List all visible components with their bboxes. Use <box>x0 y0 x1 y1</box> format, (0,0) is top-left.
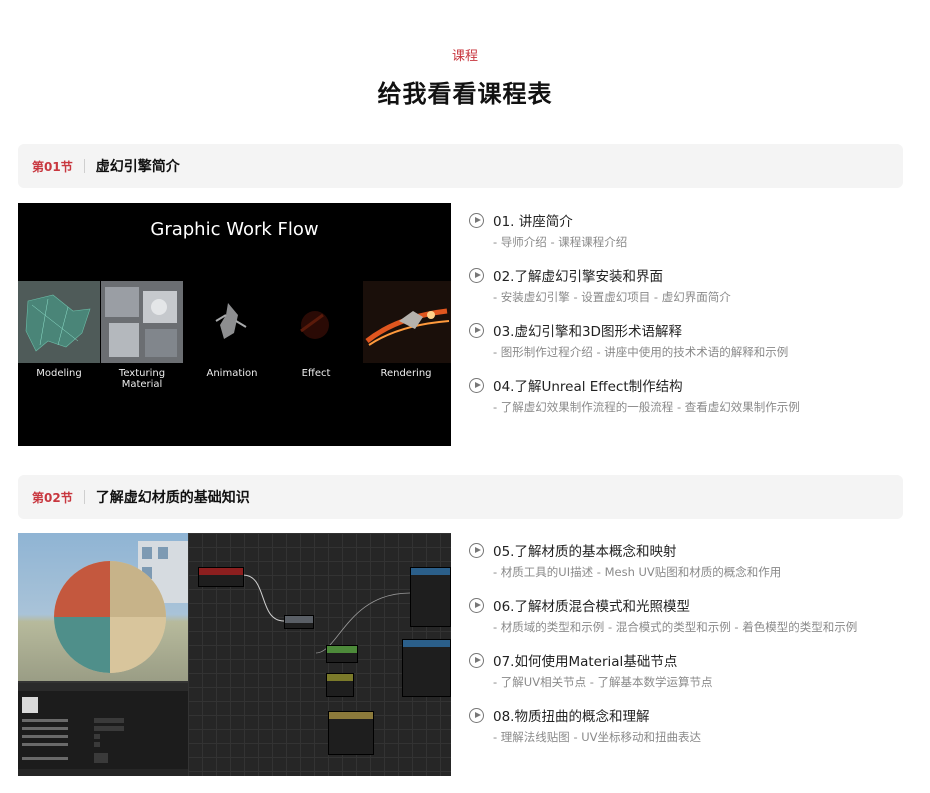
node-graph <box>188 533 451 776</box>
lesson-subtitle: - 材质工具的UI描述 - Mesh UV贴图和材质的概念和作用 <box>493 565 782 579</box>
play-icon[interactable] <box>469 652 484 668</box>
tile-label-modeling: Modeling <box>36 368 82 379</box>
lesson-title[interactable]: 07.如何使用Material基础节点 <box>493 650 677 670</box>
lesson-item[interactable]: 04.了解Unreal Effect制作结构 - 了解虚幻效果制作流程的一般流程… <box>469 374 909 429</box>
workflow-title: Graphic Work Flow <box>150 219 319 240</box>
node-param <box>326 645 358 663</box>
lesson-title[interactable]: 04.了解Unreal Effect制作结构 <box>493 375 683 395</box>
lesson-subtitle: - 安装虚幻引擎 - 设置虚幻项目 - 虚幻界面简介 <box>493 290 731 304</box>
lesson-subtitle: - 导师介绍 - 课程课程介绍 <box>493 235 628 249</box>
divider <box>83 159 85 173</box>
lesson-list-02: 05.了解材质的基本概念和映射 - 材质工具的UI描述 - Mesh UV贴图和… <box>469 539 909 759</box>
section-number: 第01节 <box>32 159 73 174</box>
section-title: 了解虚幻材质的基础知识 <box>95 490 250 506</box>
lesson-item[interactable]: 01. 讲座简介 - 导师介绍 - 课程课程介绍 <box>469 209 909 264</box>
section-header-02: 第02节 了解虚幻材质的基础知识 <box>18 475 903 519</box>
lesson-subtitle: - 图形制作过程介绍 - 讲座中使用的技术术语的解释和示例 <box>493 345 789 359</box>
node-constant <box>326 673 354 697</box>
lesson-subtitle: - 了解UV相关节点 - 了解基本数学运算节点 <box>493 675 713 689</box>
lesson-subtitle: - 了解虚幻效果制作流程的一般流程 - 查看虚幻效果制作示例 <box>493 400 800 414</box>
tile-label-texturing: Texturing Material <box>118 368 166 390</box>
play-icon[interactable] <box>469 212 484 228</box>
rendering-thumbnail <box>363 281 451 363</box>
material-editor-image <box>18 533 451 776</box>
tile-label-rendering: Rendering <box>380 368 432 379</box>
play-icon[interactable] <box>469 377 484 393</box>
workflow-image: Graphic Work Flow Modeling Texturing Mat… <box>18 203 451 446</box>
node-add <box>284 615 314 629</box>
tile-label-effect: Effect <box>301 368 331 379</box>
node-texcoord <box>198 567 244 587</box>
effect-thumbnail <box>271 281 353 363</box>
lesson-title[interactable]: 06.了解材质混合模式和光照模型 <box>493 595 690 615</box>
lesson-title[interactable]: 05.了解材质的基本概念和映射 <box>493 540 676 560</box>
node-texture-sample <box>410 567 451 627</box>
lesson-subtitle: - 理解法线贴图 - UV坐标移动和扭曲表达 <box>493 730 702 744</box>
animation-thumbnail <box>186 281 268 363</box>
details-panel <box>18 681 188 776</box>
lesson-item[interactable]: 02.了解虚幻引擎安装和界面 - 安装虚幻引擎 - 设置虚幻项目 - 虚幻界面简… <box>469 264 909 319</box>
lesson-title[interactable]: 01. 讲座简介 <box>493 210 573 230</box>
lesson-list-01: 01. 讲座简介 - 导师介绍 - 课程课程介绍 02.了解虚幻引擎安装和界面 … <box>469 209 909 429</box>
section-header-01: 第01节 虚幻引擎简介 <box>18 144 903 188</box>
play-icon[interactable] <box>469 322 484 338</box>
divider <box>83 490 85 504</box>
lesson-item[interactable]: 08.物质扭曲的概念和理解 - 理解法线贴图 - UV坐标移动和扭曲表达 <box>469 704 909 759</box>
lesson-item[interactable]: 06.了解材质混合模式和光照模型 - 材质域的类型和示例 - 混合模式的类型和示… <box>469 594 909 649</box>
play-icon[interactable] <box>469 707 484 723</box>
lesson-subtitle: - 材质域的类型和示例 - 混合模式的类型和示例 - 着色模型的类型和示例 <box>493 620 858 634</box>
play-icon[interactable] <box>469 597 484 613</box>
section-title: 虚幻引擎简介 <box>95 159 180 175</box>
play-icon[interactable] <box>469 542 484 558</box>
lesson-title[interactable]: 02.了解虚幻引擎安装和界面 <box>493 265 663 285</box>
material-preview-viewport <box>18 533 188 681</box>
section-number: 第02节 <box>32 490 73 505</box>
page-title: 给我看看课程表 <box>377 80 553 108</box>
node-texture-sample-2 <box>402 639 451 697</box>
lesson-item[interactable]: 03.虚幻引擎和3D图形术语解释 - 图形制作过程介绍 - 讲座中使用的技术术语… <box>469 319 909 374</box>
section-eyebrow: 课程 <box>451 49 478 64</box>
lesson-title[interactable]: 08.物质扭曲的概念和理解 <box>493 705 649 725</box>
node-multiply <box>328 711 374 755</box>
modeling-thumbnail <box>18 281 100 363</box>
lesson-title[interactable]: 03.虚幻引擎和3D图形术语解释 <box>493 320 682 340</box>
lesson-item[interactable]: 07.如何使用Material基础节点 - 了解UV相关节点 - 了解基本数学运… <box>469 649 909 704</box>
texturing-thumbnail <box>101 281 183 363</box>
tile-label-animation: Animation <box>206 368 258 379</box>
lesson-item[interactable]: 05.了解材质的基本概念和映射 - 材质工具的UI描述 - Mesh UV贴图和… <box>469 539 909 594</box>
play-icon[interactable] <box>469 267 484 283</box>
